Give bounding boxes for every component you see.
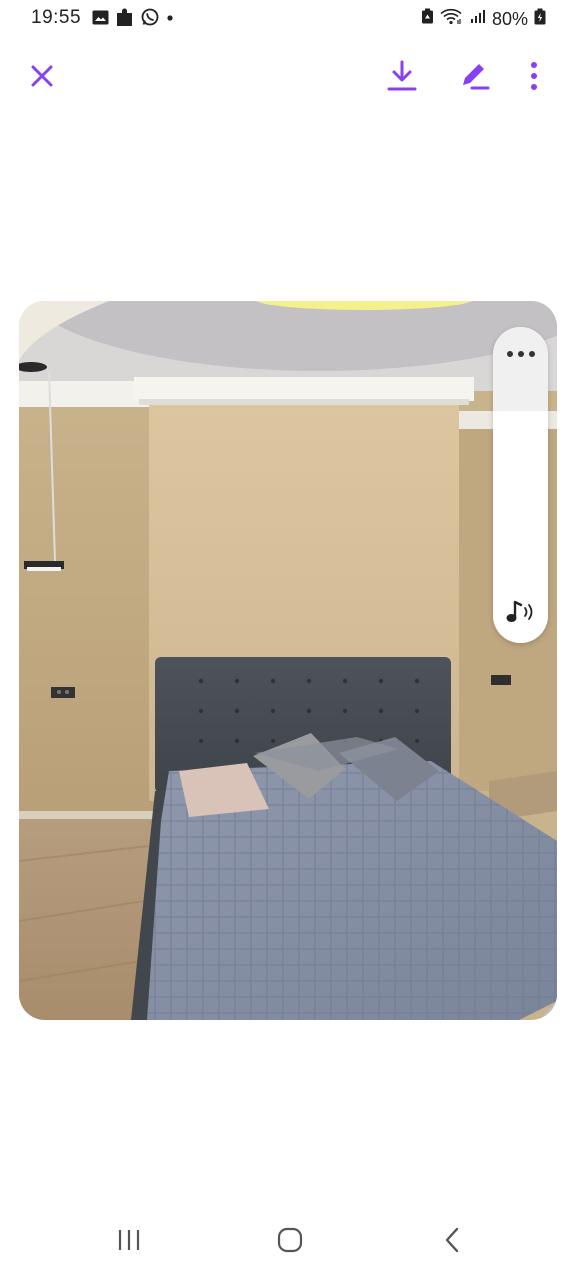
back-button[interactable] (424, 1220, 480, 1264)
viewer-toolbar (0, 54, 576, 106)
status-time: 19:55 (31, 7, 82, 28)
download-icon (386, 59, 418, 98)
more-options-button[interactable] (512, 54, 556, 102)
whatsapp-icon (141, 8, 159, 32)
status-bar: 19:55 80% (0, 0, 576, 36)
signal-icon (470, 8, 486, 30)
bedroom-photo-image (19, 301, 557, 1020)
battery-percent: 80% (491, 8, 528, 29)
more-horiz-icon (506, 345, 536, 363)
dot-icon (165, 8, 175, 32)
music-note-icon (504, 599, 538, 630)
notification-icons (92, 7, 175, 33)
media-volume-button[interactable] (493, 597, 548, 631)
home-button[interactable] (262, 1220, 318, 1264)
battery-saver-icon (421, 8, 434, 30)
volume-slider-panel[interactable] (493, 327, 548, 643)
photo-viewer-screen: 19:55 80% (0, 0, 576, 1280)
more-vert-icon (529, 61, 539, 96)
recents-icon (116, 1228, 142, 1257)
download-button[interactable] (380, 54, 424, 102)
navigation-bar (0, 1212, 576, 1274)
volume-more-button[interactable] (493, 343, 548, 365)
close-button[interactable] (20, 54, 64, 102)
edit-icon (457, 59, 491, 98)
recents-button[interactable] (101, 1220, 157, 1264)
back-icon (442, 1226, 462, 1259)
close-icon (29, 63, 55, 94)
edit-button[interactable] (452, 54, 496, 102)
volume-empty-track (493, 327, 548, 411)
bedroom-photo[interactable] (19, 301, 557, 1020)
battery-icon (534, 8, 546, 31)
system-icons: 80% (421, 7, 546, 31)
home-icon (276, 1226, 304, 1259)
image-icon (92, 9, 109, 31)
wifi-icon (440, 7, 464, 31)
puzzle-icon (115, 7, 135, 33)
